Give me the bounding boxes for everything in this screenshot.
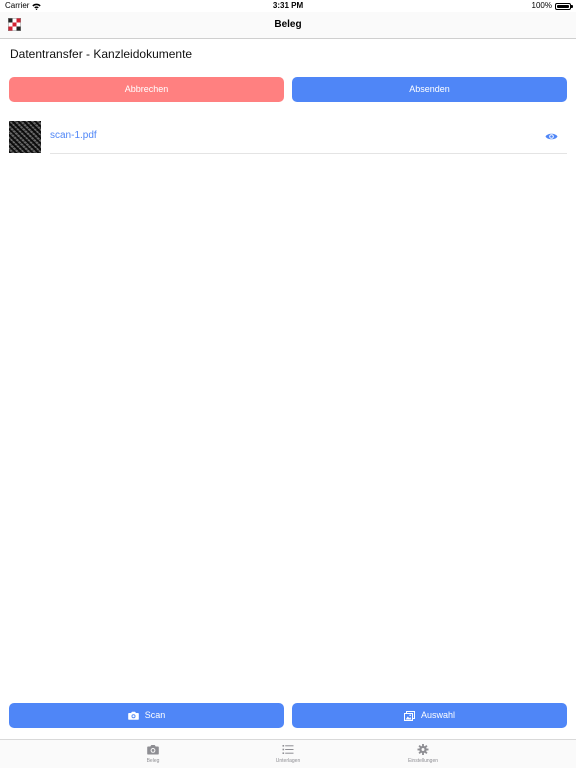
send-button-label: Absenden: [409, 84, 450, 94]
row-divider: [50, 153, 567, 154]
nav-title: Beleg: [274, 19, 302, 30]
file-list-item[interactable]: scan-1.pdf: [9, 121, 567, 154]
file-thumbnail: [9, 121, 41, 153]
photo-library-icon: [403, 710, 415, 721]
select-button-label: Auswahl: [420, 710, 456, 720]
scan-button-label: Scan: [144, 710, 166, 720]
cancel-button-label: Abbrechen: [124, 84, 169, 94]
cancel-button[interactable]: Abbrechen: [9, 77, 284, 102]
file-name[interactable]: scan-1.pdf: [50, 130, 97, 141]
send-button[interactable]: Absenden: [292, 77, 567, 102]
battery-percent: 100%: [531, 1, 552, 10]
select-button[interactable]: Auswahl: [292, 703, 567, 728]
battery-indicator: 100%: [531, 0, 573, 12]
gear-icon: [417, 744, 429, 755]
scan-button[interactable]: Scan: [9, 703, 284, 728]
tab-einstellungen[interactable]: Einstellungen: [327, 740, 519, 768]
navigation-bar: Beleg: [0, 12, 576, 39]
eye-icon[interactable]: [545, 132, 558, 141]
list-icon: [282, 745, 294, 754]
status-time: 3:31 PM: [272, 1, 304, 10]
battery-icon: [555, 2, 573, 10]
tab-bar: Beleg Unterlagen Einstellungen: [0, 739, 576, 768]
page-title: Datentransfer - Kanzleidokumente: [10, 47, 193, 61]
tab-einstellungen-label: Einstellungen: [407, 758, 439, 764]
camera-icon: [127, 711, 139, 720]
status-bar: Carrier 3:31 PM 100%: [0, 0, 576, 12]
camera-icon: [147, 745, 159, 755]
